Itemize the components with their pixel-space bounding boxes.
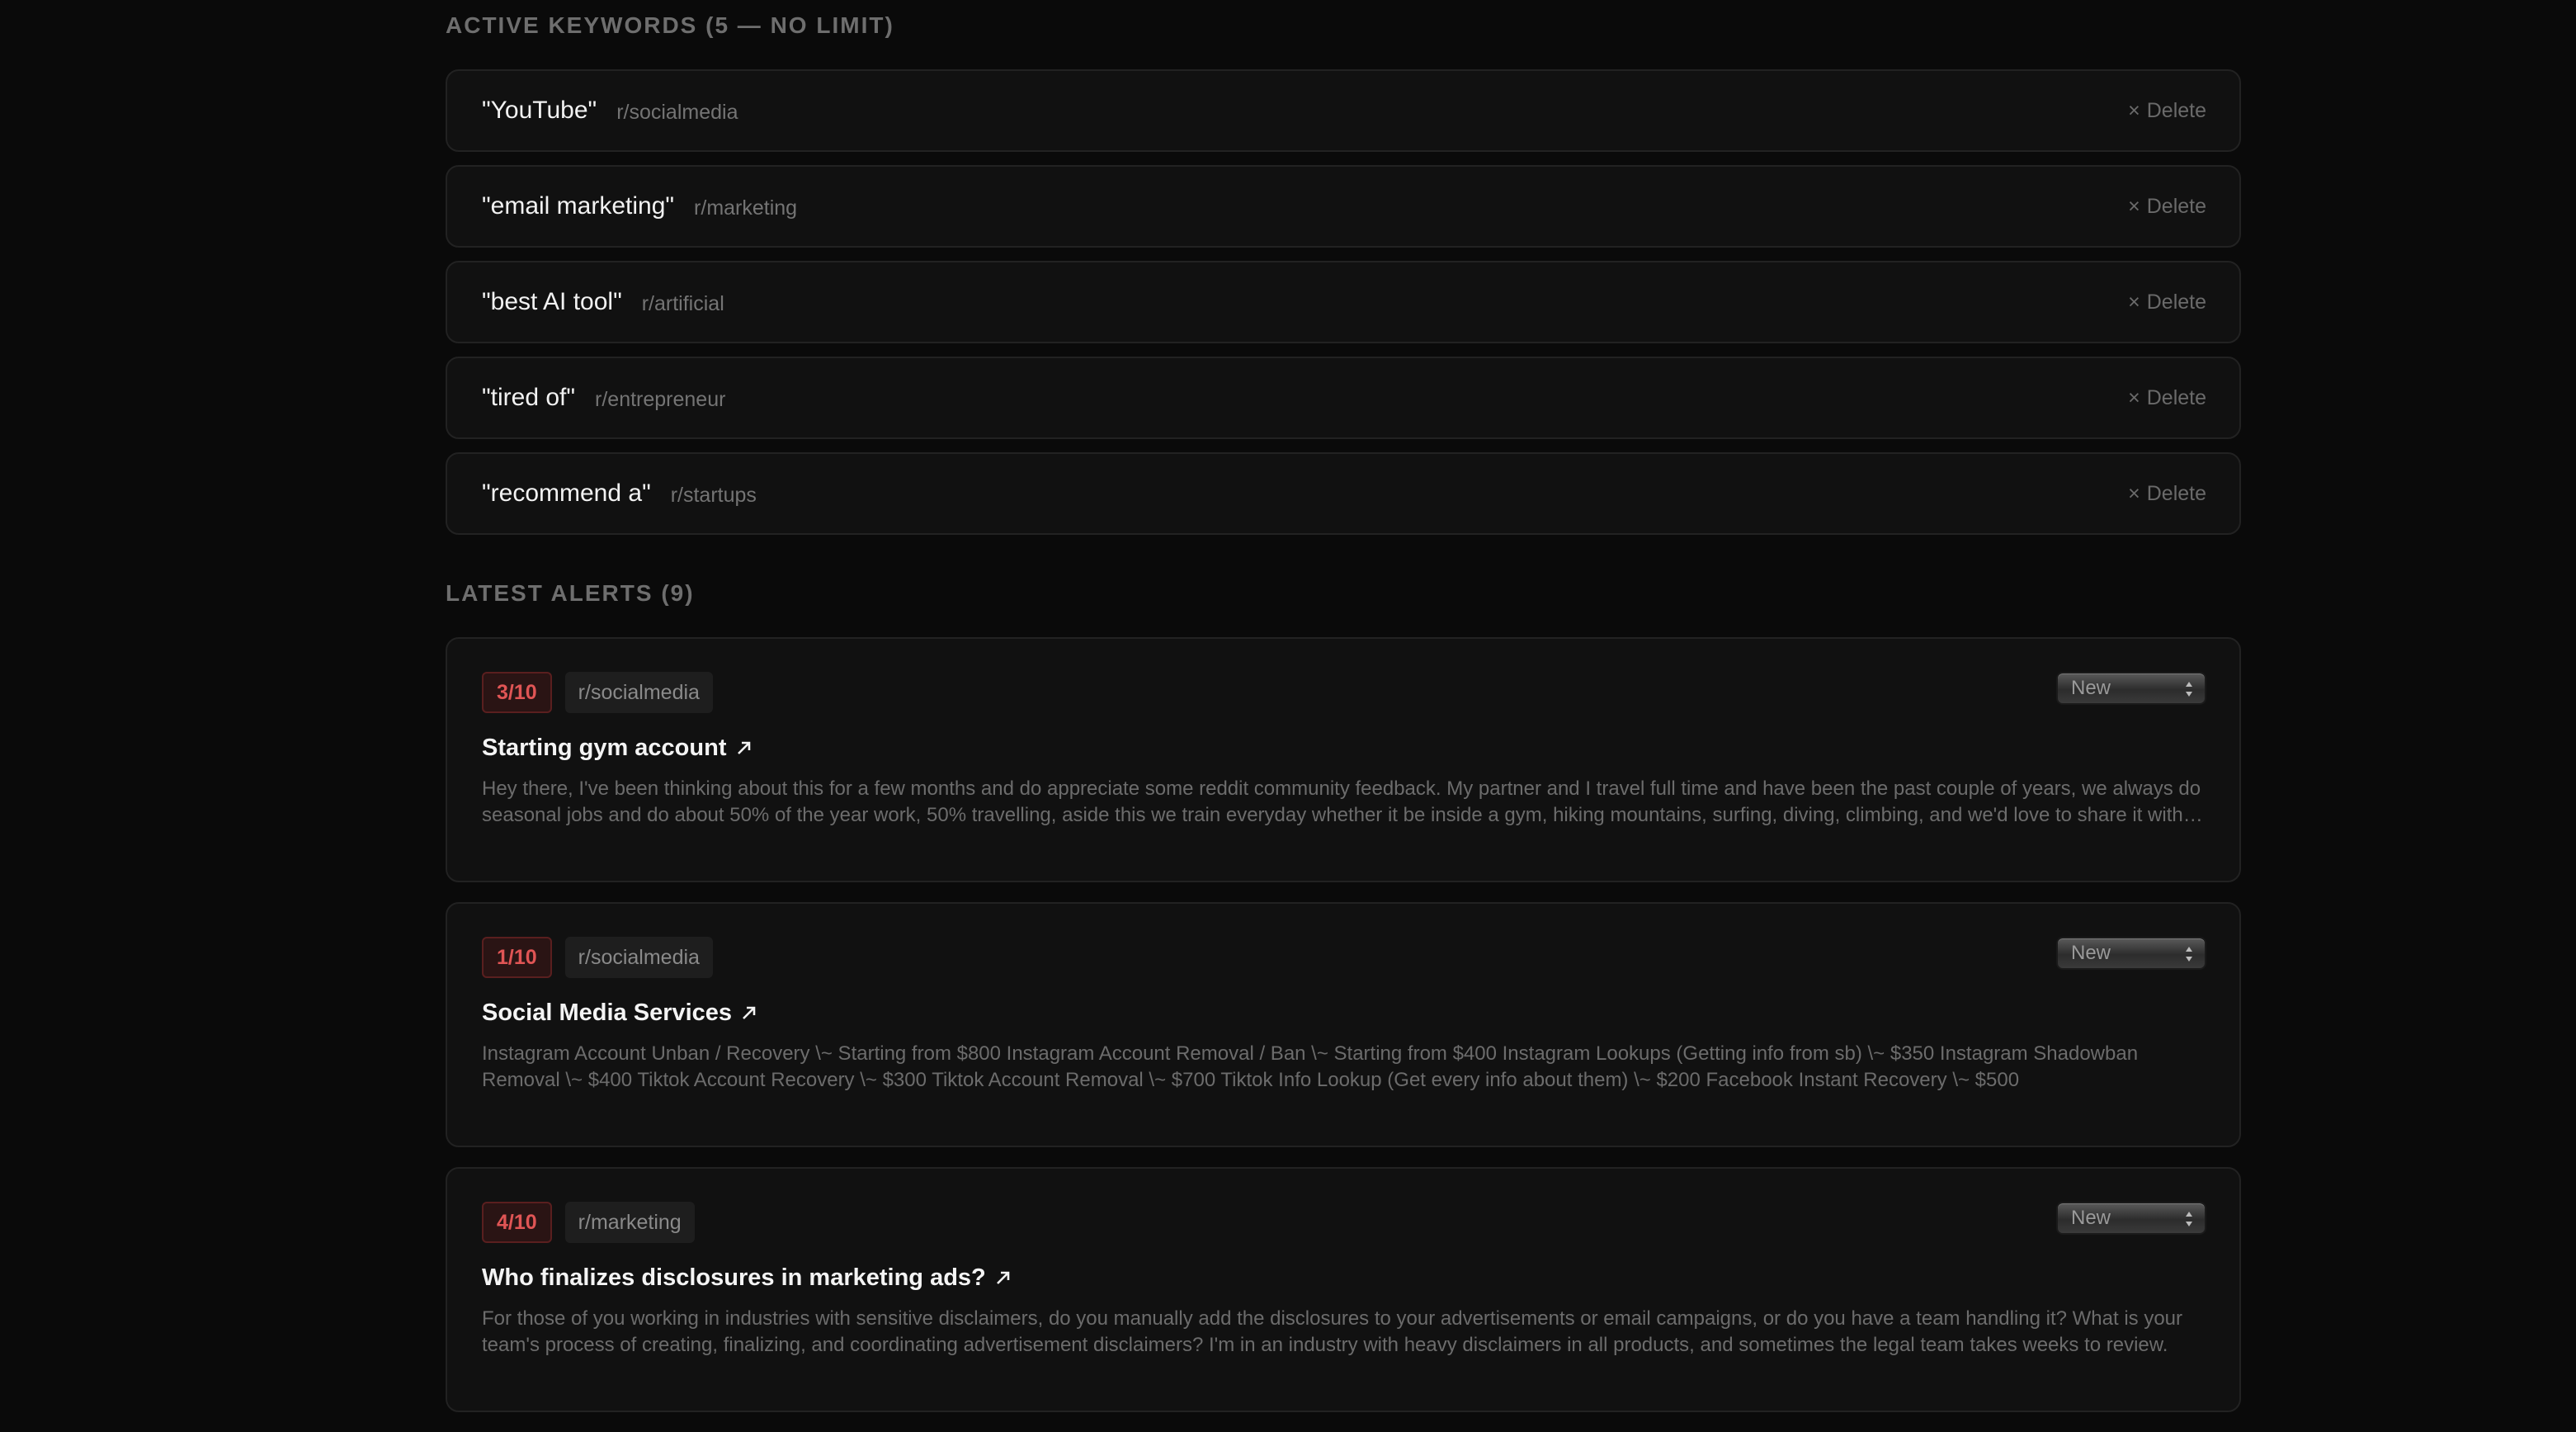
keyword-term: "tired of" <box>482 384 576 411</box>
alert-body: Instagram Account Unban / Recovery \~ St… <box>482 1042 2139 1091</box>
select-arrows-icon <box>2186 682 2192 697</box>
select-arrows-icon <box>2186 1212 2192 1226</box>
alert-title: Starting gym account <box>482 734 727 761</box>
close-icon: × <box>2128 481 2140 505</box>
keyword-row: "recommend a" r/startups × Delete <box>446 452 2241 535</box>
delete-label: Delete <box>2146 385 2206 409</box>
keyword-row: "best AI tool" r/artificial × Delete <box>446 261 2241 343</box>
alert-tags: 4/10 r/marketing <box>482 1202 2205 1243</box>
status-select[interactable]: New <box>2056 937 2206 970</box>
keyword-subreddit: r/entrepreneur <box>595 387 726 411</box>
subreddit-tag: r/socialmedia <box>564 937 713 978</box>
keyword-subreddit: r/artificial <box>641 291 724 315</box>
keyword-term: "email marketing" <box>482 192 675 220</box>
delete-label: Delete <box>2146 481 2206 505</box>
alert-title: Social Media Services <box>482 999 733 1026</box>
external-link-icon <box>996 1271 1010 1284</box>
close-icon: × <box>2128 98 2140 122</box>
alert-tags: 1/10 r/socialmedia <box>482 937 2205 978</box>
delete-keyword-button[interactable]: × Delete <box>2128 386 2206 410</box>
alert-card: 4/10 r/marketing New Who finalizes discl… <box>446 1167 2241 1412</box>
delete-keyword-button[interactable]: × Delete <box>2128 482 2206 506</box>
alert-title-link[interactable]: Social Media Services <box>482 996 2205 1029</box>
keyword-subreddit: r/marketing <box>694 196 798 220</box>
alert-title-link[interactable]: Starting gym account <box>482 731 2205 764</box>
keyword-row: "tired of" r/entrepreneur × Delete <box>446 357 2241 439</box>
select-arrows-icon <box>2186 947 2192 962</box>
delete-keyword-button[interactable]: × Delete <box>2128 291 2206 314</box>
status-value: New <box>2071 677 2111 699</box>
delete-label: Delete <box>2146 194 2206 218</box>
keyword-row: "YouTube" r/socialmedia × Delete <box>446 69 2241 152</box>
alert-card: 3/10 r/socialmedia New Starting gym acco… <box>446 637 2241 882</box>
status-select[interactable]: New <box>2056 1202 2206 1235</box>
status-select[interactable]: New <box>2056 672 2206 705</box>
external-link-icon <box>743 1006 756 1019</box>
keyword-row: "email marketing" r/marketing × Delete <box>446 165 2241 248</box>
delete-label: Delete <box>2146 290 2206 314</box>
score-badge: 4/10 <box>482 1202 552 1243</box>
subreddit-tag: r/marketing <box>564 1202 695 1243</box>
alert-list: 3/10 r/socialmedia New Starting gym acco… <box>446 637 2241 1412</box>
score-badge: 1/10 <box>482 937 552 978</box>
keyword-subreddit: r/socialmedia <box>616 100 738 124</box>
keyword-term: "best AI tool" <box>482 288 622 315</box>
close-icon: × <box>2128 290 2140 314</box>
main-content: ACTIVE KEYWORDS (5 — NO LIMIT) "YouTube"… <box>446 0 2241 1432</box>
score-badge: 3/10 <box>482 672 552 713</box>
alerts-section-title: LATEST ALERTS (9) <box>446 580 695 606</box>
close-icon: × <box>2128 385 2140 409</box>
close-icon: × <box>2128 194 2140 218</box>
alert-title-link[interactable]: Who finalizes disclosures in marketing a… <box>482 1261 2205 1294</box>
keywords-section-title: ACTIVE KEYWORDS (5 — NO LIMIT) <box>446 12 894 38</box>
keyword-list: "YouTube" r/socialmedia × Delete "email … <box>446 69 2241 535</box>
delete-label: Delete <box>2146 98 2206 122</box>
status-value: New <box>2071 1207 2111 1229</box>
keyword-term: "recommend a" <box>482 480 651 507</box>
alert-card: 1/10 r/socialmedia New Social Media Serv… <box>446 902 2241 1147</box>
alert-tags: 3/10 r/socialmedia <box>482 672 2205 713</box>
alert-title: Who finalizes disclosures in marketing a… <box>482 1264 986 1291</box>
subreddit-tag: r/socialmedia <box>564 672 713 713</box>
delete-keyword-button[interactable]: × Delete <box>2128 195 2206 219</box>
keyword-subreddit: r/startups <box>670 483 757 507</box>
status-value: New <box>2071 942 2111 964</box>
alert-body: Hey there, I've been thinking about this… <box>482 777 2201 826</box>
delete-keyword-button[interactable]: × Delete <box>2128 99 2206 123</box>
keyword-term: "YouTube" <box>482 97 597 124</box>
alert-body: For those of you working in industries w… <box>482 1307 2182 1356</box>
external-link-icon <box>737 741 750 754</box>
